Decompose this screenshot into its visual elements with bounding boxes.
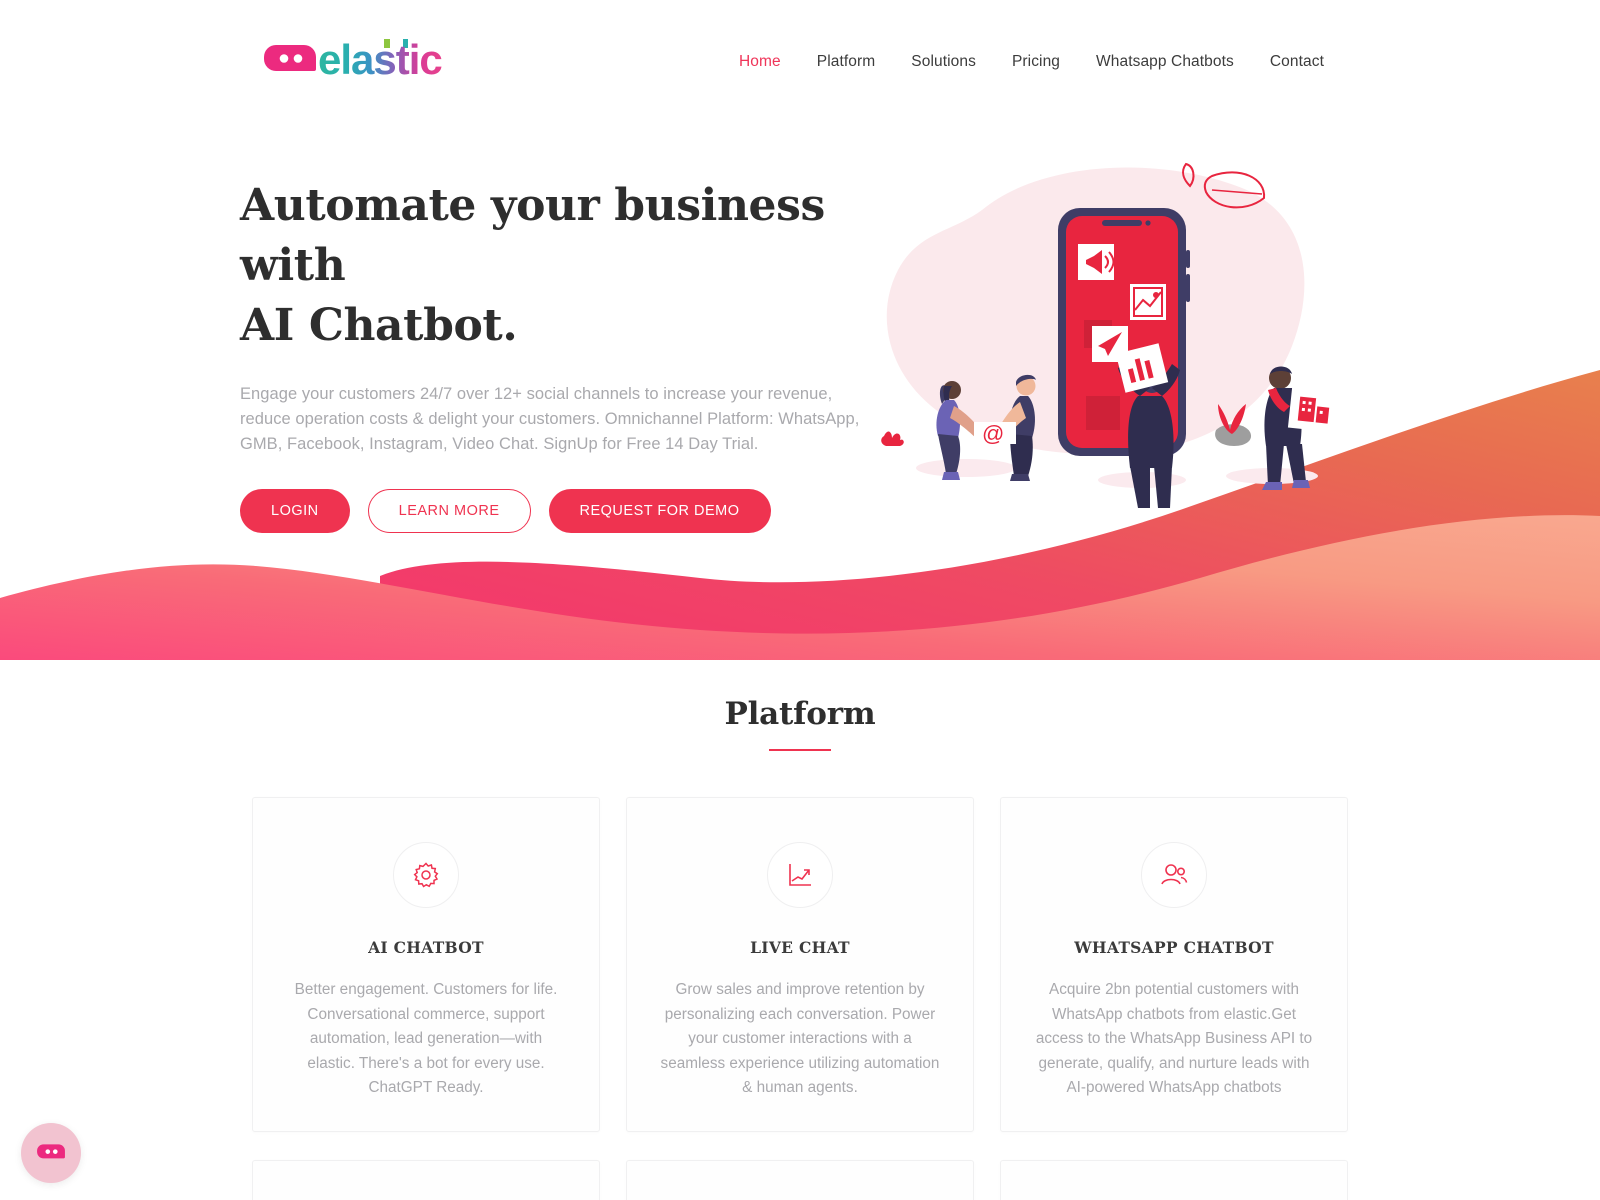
phone-notch	[1102, 220, 1142, 226]
chat-bubble-icon	[37, 1144, 65, 1159]
platform-card-mobile[interactable]	[626, 1159, 974, 1200]
phone-button-volume	[1186, 250, 1190, 268]
svg-text:elastic: elastic	[318, 38, 442, 83]
main-navigation: Home Platform Solutions Pricing Whatsapp…	[721, 48, 1342, 76]
card-title: AI CHATBOT	[368, 938, 484, 957]
learn-more-button[interactable]: LEARN MORE	[367, 489, 531, 533]
nav-item-solutions[interactable]: Solutions	[893, 48, 994, 76]
hero-title-line-1: Automate your business with	[240, 180, 825, 291]
user-group-icon	[1161, 864, 1188, 885]
card-icon-circle	[1141, 842, 1207, 908]
hero-title-line-2: AI Chatbot.	[240, 300, 518, 351]
at-symbol-icon: @	[982, 421, 1004, 446]
platform-cards-grid: AI CHATBOT Better engagement. Customers …	[0, 797, 1600, 1200]
card-icon-circle	[393, 842, 459, 908]
brand-logo[interactable]: elastic	[262, 38, 480, 84]
brand-wordmark: elastic	[318, 38, 443, 83]
nav-item-pricing[interactable]: Pricing	[994, 48, 1078, 76]
hero-subtitle: Engage your customers 24/7 over 12+ soci…	[240, 385, 860, 453]
platform-card-layers[interactable]	[252, 1159, 600, 1200]
card-title: LIVE CHAT	[750, 938, 850, 957]
landing-page: elastic Home Platform Solutions Pricing …	[0, 0, 1600, 1200]
growth-chart-icon	[789, 864, 811, 886]
person-left-shoe	[942, 472, 960, 480]
login-button[interactable]: LOGIN	[240, 489, 350, 533]
hero-title: Automate your business with AI Chatbot.	[240, 176, 900, 356]
chart-card	[1130, 284, 1166, 320]
nav-item-platform[interactable]: Platform	[799, 48, 894, 76]
phone-button-power	[1186, 274, 1190, 302]
card-title: WHATSAPP CHATBOT	[1074, 938, 1274, 957]
card-body: Grow sales and improve retention by pers…	[660, 981, 940, 1097]
platform-card-whatsapp-chatbot[interactable]: WHATSAPP CHATBOT Acquire 2bn potential c…	[1000, 797, 1348, 1132]
person-mid-leg-right	[1154, 466, 1172, 508]
gear-icon	[413, 862, 439, 888]
platform-card-rocket[interactable]	[1000, 1159, 1348, 1200]
platform-section: Platform AI CHATBOT Better engagement. C…	[0, 660, 1600, 1200]
nav-item-whatsapp-chatbots[interactable]: Whatsapp Chatbots	[1078, 48, 1252, 76]
hero-illustration: @	[881, 162, 1339, 508]
phone-camera	[1145, 220, 1151, 226]
person-right-shoe-right	[1292, 480, 1310, 488]
plant-left-icon	[881, 431, 904, 446]
person-mid-torso	[1128, 396, 1174, 468]
heading-divider	[769, 749, 831, 751]
screen-square	[1086, 396, 1120, 430]
chat-widget-button[interactable]	[21, 1123, 81, 1183]
card-body: Acquire 2bn potential customers with Wha…	[1035, 981, 1313, 1097]
hero-copy: Automate your business with AI Chatbot. …	[240, 176, 900, 533]
platform-card-live-chat[interactable]: LIVE CHAT Grow sales and improve retenti…	[626, 797, 974, 1132]
chart-dot	[1153, 292, 1159, 298]
card-icon-circle	[767, 842, 833, 908]
chat-bubble-icon	[264, 45, 316, 71]
request-demo-button[interactable]: REQUEST FOR DEMO	[548, 489, 771, 533]
nav-item-home[interactable]: Home	[721, 48, 799, 76]
hero-cta-group: LOGIN LEARN MORE REQUEST FOR DEMO	[240, 489, 900, 533]
platform-heading: Platform	[724, 696, 876, 732]
ground-shadow-left	[916, 459, 1016, 477]
card-body: Better engagement. Customers for life. C…	[294, 981, 558, 1097]
person-left2-shoe	[1010, 474, 1030, 481]
site-header: elastic Home Platform Solutions Pricing …	[0, 0, 1600, 120]
platform-card-ai-chatbot[interactable]: AI CHATBOT Better engagement. Customers …	[252, 797, 600, 1132]
nav-item-contact[interactable]: Contact	[1252, 48, 1342, 76]
